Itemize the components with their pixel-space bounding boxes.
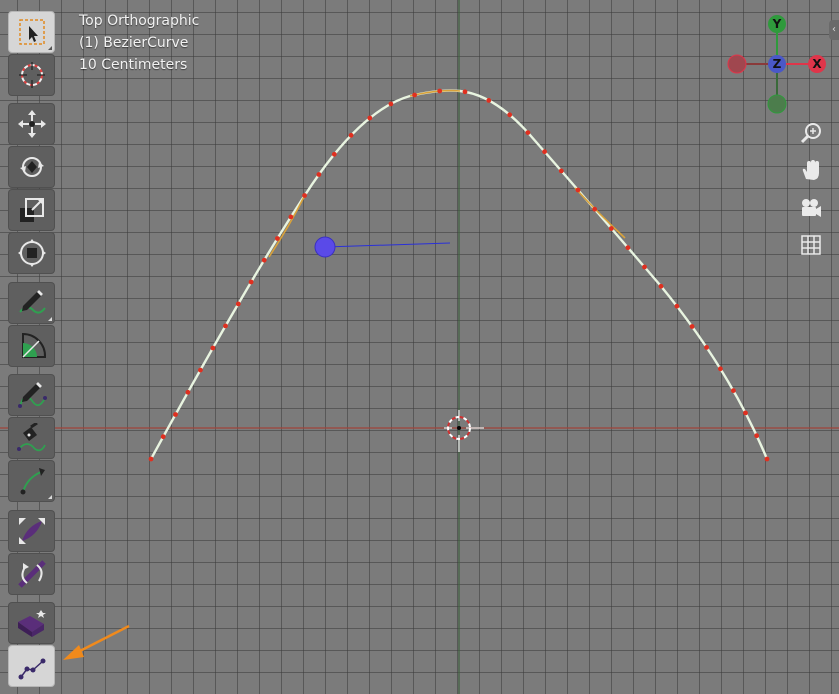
select-box-tool[interactable] xyxy=(8,11,55,53)
move-icon xyxy=(17,110,46,138)
camera-icon[interactable] xyxy=(797,194,825,222)
annotation-arrow xyxy=(63,624,130,660)
handle-line xyxy=(324,242,451,248)
control-point[interactable] xyxy=(388,101,394,107)
radius-tool[interactable] xyxy=(8,510,55,552)
control-point[interactable] xyxy=(658,283,664,289)
control-point[interactable] xyxy=(248,279,254,285)
control-point[interactable] xyxy=(198,367,203,373)
cursor-tool[interactable] xyxy=(8,54,55,96)
control-point[interactable] xyxy=(185,389,191,395)
3d-viewport[interactable]: Top Orthographic (1) BezierCurve 10 Cent… xyxy=(0,0,839,694)
control-point[interactable] xyxy=(689,324,695,329)
handle-sphere[interactable] xyxy=(314,236,336,258)
control-point[interactable] xyxy=(507,112,513,118)
control-point[interactable] xyxy=(302,193,307,198)
control-point[interactable] xyxy=(608,226,614,231)
toolbar-group-select xyxy=(8,11,58,97)
control-point[interactable] xyxy=(743,410,748,416)
gizmo-neg-x xyxy=(727,54,747,74)
control-point[interactable] xyxy=(288,214,294,220)
control-point[interactable] xyxy=(558,168,564,174)
draw-tool[interactable] xyxy=(8,374,55,416)
curve-extrude-icon xyxy=(20,468,45,495)
scale-tool[interactable] xyxy=(8,189,55,231)
control-point[interactable] xyxy=(525,130,531,136)
control-point[interactable] xyxy=(486,98,492,103)
control-point[interactable] xyxy=(437,88,443,94)
control-point[interactable] xyxy=(754,433,760,439)
control-point[interactable] xyxy=(223,323,228,329)
grid-scale-label: 10 Centimeters xyxy=(79,57,188,73)
control-point[interactable] xyxy=(316,172,322,177)
toolbar-group-radius xyxy=(8,510,58,596)
bezier-curve-segment xyxy=(574,187,626,239)
scale-icon xyxy=(19,198,44,222)
control-point[interactable] xyxy=(160,434,166,440)
radius-icon xyxy=(18,518,45,544)
curve-node-tool[interactable] xyxy=(8,645,55,687)
move-tool[interactable] xyxy=(8,103,55,145)
gizmo-z-axis[interactable]: Z xyxy=(768,55,786,73)
chevron-left-icon: ‹ xyxy=(832,24,836,35)
measure-tool[interactable] xyxy=(8,325,55,367)
control-point[interactable] xyxy=(348,132,354,138)
control-point[interactable] xyxy=(764,456,770,462)
measure-icon xyxy=(21,332,46,358)
control-point[interactable] xyxy=(173,412,178,417)
navigation-gizmo[interactable]: Y Z X xyxy=(725,12,835,117)
gizmo-neg-y xyxy=(767,94,787,114)
active-object-label: (1) BezierCurve xyxy=(79,35,189,51)
control-point[interactable] xyxy=(575,187,581,193)
viewport-scene[interactable] xyxy=(0,0,839,694)
randomize-icon xyxy=(17,610,46,637)
randomize-tool[interactable] xyxy=(8,602,55,644)
control-point[interactable] xyxy=(235,301,241,307)
view-name-label: Top Orthographic xyxy=(79,13,200,29)
toolbar-group-annotate xyxy=(8,282,58,368)
control-point[interactable] xyxy=(704,345,709,350)
annotate-icon xyxy=(18,290,46,314)
toolbar-group-curve xyxy=(8,374,58,503)
bezier-curve-segment xyxy=(268,194,306,258)
extrude-cursor-tool[interactable] xyxy=(8,460,55,502)
pan-hand-icon[interactable] xyxy=(797,156,825,184)
control-point[interactable] xyxy=(542,149,547,155)
tilt-icon xyxy=(17,560,46,588)
control-point[interactable] xyxy=(674,303,680,309)
control-point[interactable] xyxy=(592,206,598,212)
pen-tool[interactable] xyxy=(8,417,55,459)
rotate-tool[interactable] xyxy=(8,146,55,188)
zoom-icon[interactable] xyxy=(797,119,825,147)
curve-node-icon xyxy=(18,658,45,680)
control-point[interactable] xyxy=(625,245,631,251)
select-box-icon xyxy=(18,19,45,45)
transform-icon xyxy=(17,239,46,267)
transform-tool[interactable] xyxy=(8,232,55,274)
3d-cursor[interactable] xyxy=(444,410,484,452)
control-point[interactable] xyxy=(261,257,267,263)
annotate-tool[interactable] xyxy=(8,282,55,324)
ortho-grid-icon[interactable] xyxy=(797,231,825,259)
control-point[interactable] xyxy=(210,345,216,351)
control-point[interactable] xyxy=(148,456,154,462)
control-point[interactable] xyxy=(412,92,417,98)
draw-icon xyxy=(17,382,47,408)
cursor-icon xyxy=(18,62,45,88)
control-point[interactable] xyxy=(275,236,280,241)
control-point[interactable] xyxy=(367,115,373,121)
control-point[interactable] xyxy=(462,89,468,95)
control-point[interactable] xyxy=(731,388,736,393)
pen-icon xyxy=(16,423,46,452)
toolbar-group-transform xyxy=(8,103,58,275)
control-point[interactable] xyxy=(331,151,337,157)
rotate-icon xyxy=(19,157,44,177)
gizmo-y-axis[interactable]: Y xyxy=(768,15,786,33)
tilt-tool[interactable] xyxy=(8,553,55,595)
toolbar-group-extra xyxy=(8,602,58,688)
control-point[interactable] xyxy=(642,264,647,270)
sidebar-collapse-tab[interactable]: ‹ xyxy=(829,20,839,40)
gizmo-x-axis[interactable]: X xyxy=(808,55,826,73)
control-point[interactable] xyxy=(718,366,723,372)
